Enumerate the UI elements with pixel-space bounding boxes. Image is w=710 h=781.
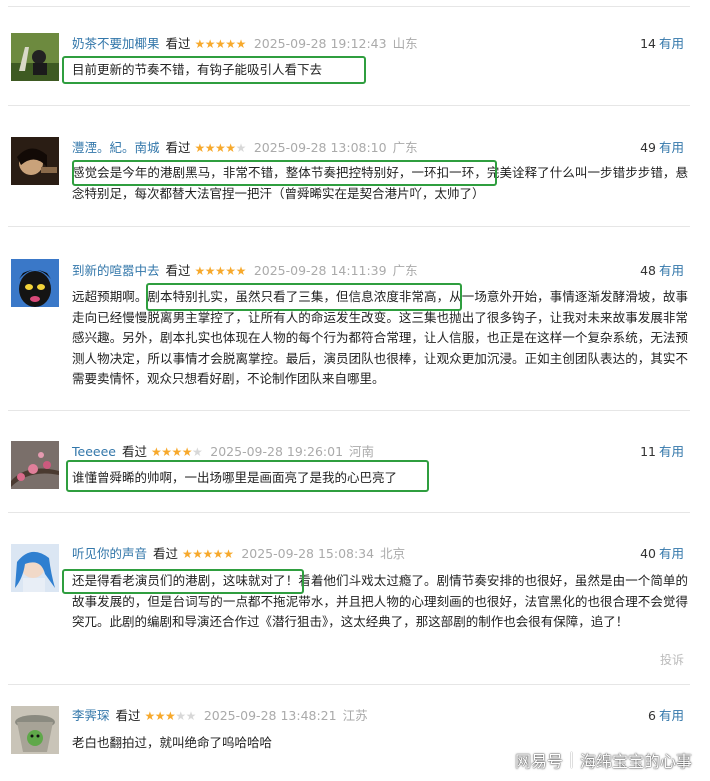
avatar-image (11, 544, 59, 592)
useful-count: 49 (640, 140, 656, 155)
useful-count: 14 (640, 36, 656, 51)
avatar-image (11, 33, 59, 81)
avatar-image (11, 259, 59, 307)
divider (8, 226, 690, 227)
comment-time: 2025-09-28 14:11:39 (253, 263, 387, 278)
useful-vote: 11 有用 (640, 443, 684, 461)
avatar[interactable] (11, 33, 59, 81)
rating-stars: ★★★★★ (194, 37, 247, 51)
comment-text: 感觉会是今年的港剧黑马，非常不错，整体节奏把控特别好，一环扣一环，完美诠释了什么… (72, 165, 688, 201)
comment-location: 广东 (392, 140, 418, 155)
rating-stars: ★★★★★ (144, 709, 197, 723)
comment-meta: 听见你的声音 看过 ★★★★★ 2025-09-28 15:08:34 北京 (72, 545, 405, 563)
useful-vote: 49 有用 (640, 139, 684, 157)
avatar-image (11, 137, 59, 185)
useful-button[interactable]: 有用 (659, 708, 684, 723)
comment-location: 广东 (392, 263, 418, 278)
report-button[interactable]: 投诉 (660, 651, 684, 668)
comment-location: 河南 (349, 444, 375, 459)
avatar[interactable] (11, 706, 59, 754)
avatar[interactable] (11, 259, 59, 307)
divider (8, 410, 690, 411)
divider (8, 684, 690, 685)
avatar[interactable] (11, 137, 59, 185)
watched-label: 看过 (153, 546, 179, 561)
comment-meta: 李霁琛 看过 ★★★★★ 2025-09-28 13:48:21 江苏 (72, 707, 368, 725)
useful-button[interactable]: 有用 (659, 263, 684, 278)
useful-button[interactable]: 有用 (659, 546, 684, 561)
useful-button[interactable]: 有用 (659, 140, 684, 155)
comment-time: 2025-09-28 13:48:21 (203, 708, 337, 723)
watched-label: 看过 (165, 140, 191, 155)
rating-stars: ★★★★★ (182, 547, 234, 561)
watermark: 网易号 海绵宝宝的心事 (515, 748, 692, 772)
comment-meta: 灃湮。紀。南城 看过 ★★★★★ 2025-09-28 13:08:10 广东 (72, 139, 418, 157)
username-link[interactable]: 听见你的声音 (72, 545, 147, 563)
watermark-separator (570, 752, 572, 768)
divider (8, 6, 690, 7)
watched-label: 看过 (121, 444, 147, 459)
comment-meta: 到新的喧嚣中去 看过 ★★★★★ 2025-09-28 14:11:39 广东 (72, 262, 418, 280)
rating-stars: ★★★★★ (194, 264, 247, 278)
useful-count: 48 (640, 263, 656, 278)
rating-stars: ★★★★★ (194, 141, 247, 155)
watched-label: 看过 (165, 263, 191, 278)
divider (8, 512, 690, 513)
useful-count: 11 (640, 444, 656, 459)
comment-time: 2025-09-28 15:08:34 (241, 546, 375, 561)
useful-vote: 6 有用 (648, 707, 684, 725)
username-link[interactable]: Teeeee (72, 443, 116, 461)
watched-label: 看过 (165, 36, 191, 51)
useful-vote: 14 有用 (640, 35, 684, 53)
comment-text: 还是得看老演员们的港剧，这味就对了！看着他们斗戏太过瘾了。剧情节奏安排的也很好，… (72, 573, 688, 629)
useful-vote: 40 有用 (640, 545, 684, 563)
avatar-image (11, 706, 59, 754)
comment-time: 2025-09-28 19:12:43 (253, 36, 387, 51)
useful-button[interactable]: 有用 (659, 444, 684, 459)
comment-text: 远超预期啊。剧本特别扎实，虽然只看了三集，但信息浓度非常高，从一场意外开始，事情… (72, 289, 688, 386)
comment-time: 2025-09-28 13:08:10 (253, 140, 387, 155)
comment-location: 山东 (392, 36, 418, 51)
useful-count: 6 (648, 708, 656, 723)
useful-button[interactable]: 有用 (659, 36, 684, 51)
useful-vote: 48 有用 (640, 262, 684, 280)
comment-location: 北京 (380, 546, 406, 561)
username-link[interactable]: 奶茶不要加椰果 (72, 35, 160, 53)
comment-meta: 奶茶不要加椰果 看过 ★★★★★ 2025-09-28 19:12:43 山东 (72, 35, 418, 53)
watermark-brand: 网易号 (514, 752, 563, 771)
username-link[interactable]: 李霁琛 (72, 707, 110, 725)
comment-time: 2025-09-28 19:26:01 (210, 444, 344, 459)
comment-text: 谁懂曾舜晞的帅啊，一出场哪里是画面亮了是我的心巴亮了 (72, 470, 398, 485)
comment-text: 目前更新的节奏不错，有钩子能吸引人看下去 (72, 62, 323, 77)
rating-stars: ★★★★★ (150, 445, 203, 459)
username-link[interactable]: 灃湮。紀。南城 (72, 139, 160, 157)
username-link[interactable]: 到新的喧嚣中去 (72, 262, 160, 280)
comment-location: 江苏 (342, 708, 368, 723)
useful-count: 40 (640, 546, 656, 561)
watermark-account: 海绵宝宝的心事 (579, 752, 692, 771)
divider (8, 105, 690, 106)
avatar-image (11, 441, 59, 489)
watched-label: 看过 (115, 708, 141, 723)
avatar[interactable] (11, 544, 59, 592)
avatar[interactable] (11, 441, 59, 489)
comment-meta: Teeeee 看过 ★★★★★ 2025-09-28 19:26:01 河南 (72, 443, 374, 461)
